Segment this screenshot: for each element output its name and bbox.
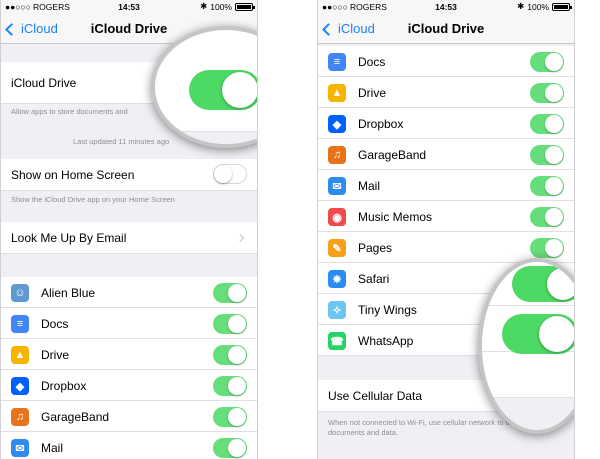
- app-label: Music Memos: [358, 210, 433, 224]
- app-row-music-memos: ◉ Music Memos: [318, 201, 574, 232]
- safari-toggle-magnified[interactable]: [512, 266, 574, 302]
- app-row-dropbox: ◆ Dropbox: [1, 370, 257, 401]
- app-label: Mail: [41, 441, 64, 455]
- app-row-alien-blue: ☺ Alien Blue: [1, 277, 257, 308]
- music-memos-icon: ◉: [328, 208, 346, 226]
- app-row-dropbox: ◆ Dropbox: [318, 108, 574, 139]
- app-toggle-dropbox[interactable]: [530, 114, 564, 134]
- show-home-screen-row: Show on Home Screen: [1, 159, 257, 191]
- app-toggle-garageband[interactable]: [213, 407, 247, 427]
- battery-percent: 100%: [210, 1, 232, 12]
- show-home-screen-label: Show on Home Screen: [11, 168, 135, 182]
- app-label: WhatsApp: [358, 334, 414, 348]
- guitar-icon: ♫: [11, 408, 29, 426]
- app-row-docs: ≡ Docs: [318, 46, 574, 77]
- docs-icon: ≡: [11, 315, 29, 333]
- app-label: Pages: [358, 241, 393, 255]
- battery-icon: [552, 2, 572, 11]
- app-toggle-mail[interactable]: [213, 438, 247, 458]
- compass-icon: ✵: [328, 270, 346, 288]
- page-title: iCloud Drive: [407, 21, 485, 36]
- battery-percent: 100%: [527, 1, 549, 12]
- reddit-alien-icon: ☺: [11, 284, 29, 302]
- mail-icon: ✉: [11, 439, 29, 457]
- pages-icon: ✎: [328, 239, 346, 257]
- show-home-screen-toggle[interactable]: [213, 164, 247, 184]
- look-me-up-label: Look Me Up By Email: [11, 231, 127, 245]
- left-phone-screen: ●●○○○ ROGERS 14:53 ✱ 100% iCloud iCloud …: [0, 0, 258, 459]
- app-label: Tiny Wings: [358, 303, 417, 317]
- navigation-bar: iCloud iCloud Drive: [318, 14, 574, 44]
- show-home-screen-note: Show the iCloud Drive app on your Home S…: [11, 195, 175, 204]
- app-toggle-mail[interactable]: [530, 176, 564, 196]
- dropbox-icon: ◆: [328, 115, 346, 133]
- app-label: Safari: [358, 272, 390, 286]
- drive-icon: ▲: [11, 346, 29, 364]
- app-row-drive: ▲ Drive: [318, 77, 574, 108]
- bluetooth-icon: ✱: [517, 1, 525, 11]
- app-label: Alien Blue: [41, 286, 96, 300]
- dropbox-icon: ◆: [11, 377, 29, 395]
- app-toggle-garageband[interactable]: [530, 145, 564, 165]
- app-row-garageband: ♫ GarageBand: [1, 401, 257, 432]
- app-label: Drive: [41, 348, 70, 362]
- icloud-drive-label: iCloud Drive: [11, 76, 77, 90]
- magnified-icloud-toggle: [151, 26, 257, 148]
- app-toggle-drive[interactable]: [213, 345, 247, 365]
- app-toggle-alien-blue[interactable]: [213, 283, 247, 303]
- icloud-drive-toggle[interactable]: [189, 70, 257, 110]
- app-toggle-dropbox[interactable]: [213, 376, 247, 396]
- app-toggle-music-memos[interactable]: [530, 207, 564, 227]
- app-toggle-pages[interactable]: [530, 238, 564, 258]
- status-bar: ●●○○○ ROGERS 14:53 ✱ 100%: [318, 0, 574, 14]
- app-toggle-docs[interactable]: [530, 52, 564, 72]
- app-row-docs: ≡ Docs: [1, 308, 257, 339]
- app-label: Docs: [41, 317, 69, 331]
- app-label: Mail: [358, 179, 381, 193]
- whatsapp-toggle-magnified[interactable]: [502, 314, 574, 354]
- app-toggle-docs[interactable]: [213, 314, 247, 334]
- app-label: Docs: [358, 55, 386, 69]
- app-label: Drive: [358, 86, 387, 100]
- drive-icon: ▲: [328, 84, 346, 102]
- app-label: GarageBand: [358, 148, 427, 162]
- right-phone-screen: ●●○○○ ROGERS 14:53 ✱ 100% iCloud iCloud …: [317, 0, 575, 459]
- app-row-drive: ▲ Drive: [1, 339, 257, 370]
- bluetooth-icon: ✱: [200, 1, 208, 11]
- app-label: GarageBand: [41, 410, 110, 424]
- docs-icon: ≡: [328, 53, 346, 71]
- app-row-mail: ✉ Mail: [318, 170, 574, 201]
- mail-icon: ✉: [328, 177, 346, 195]
- app-label: Dropbox: [358, 117, 404, 131]
- look-me-up-row[interactable]: Look Me Up By Email: [1, 222, 257, 254]
- status-bar: ●●○○○ ROGERS 14:53 ✱ 100%: [1, 0, 257, 14]
- icloud-drive-note: Allow apps to store documents and: [11, 107, 128, 116]
- app-toggle-drive[interactable]: [530, 83, 564, 103]
- bird-icon: ✧: [328, 301, 346, 319]
- battery-icon: [235, 2, 255, 11]
- guitar-icon: ♫: [328, 146, 346, 164]
- cellular-data-label: Use Cellular Data: [328, 389, 423, 403]
- app-row-mail: ✉ Mail: [1, 432, 257, 459]
- app-row-garageband: ♫ GarageBand: [318, 139, 574, 170]
- chevron-right-icon: [235, 233, 245, 243]
- magnified-whatsapp-toggle: [478, 258, 574, 434]
- app-label: Dropbox: [41, 379, 87, 393]
- whatsapp-icon: ☎: [328, 332, 346, 350]
